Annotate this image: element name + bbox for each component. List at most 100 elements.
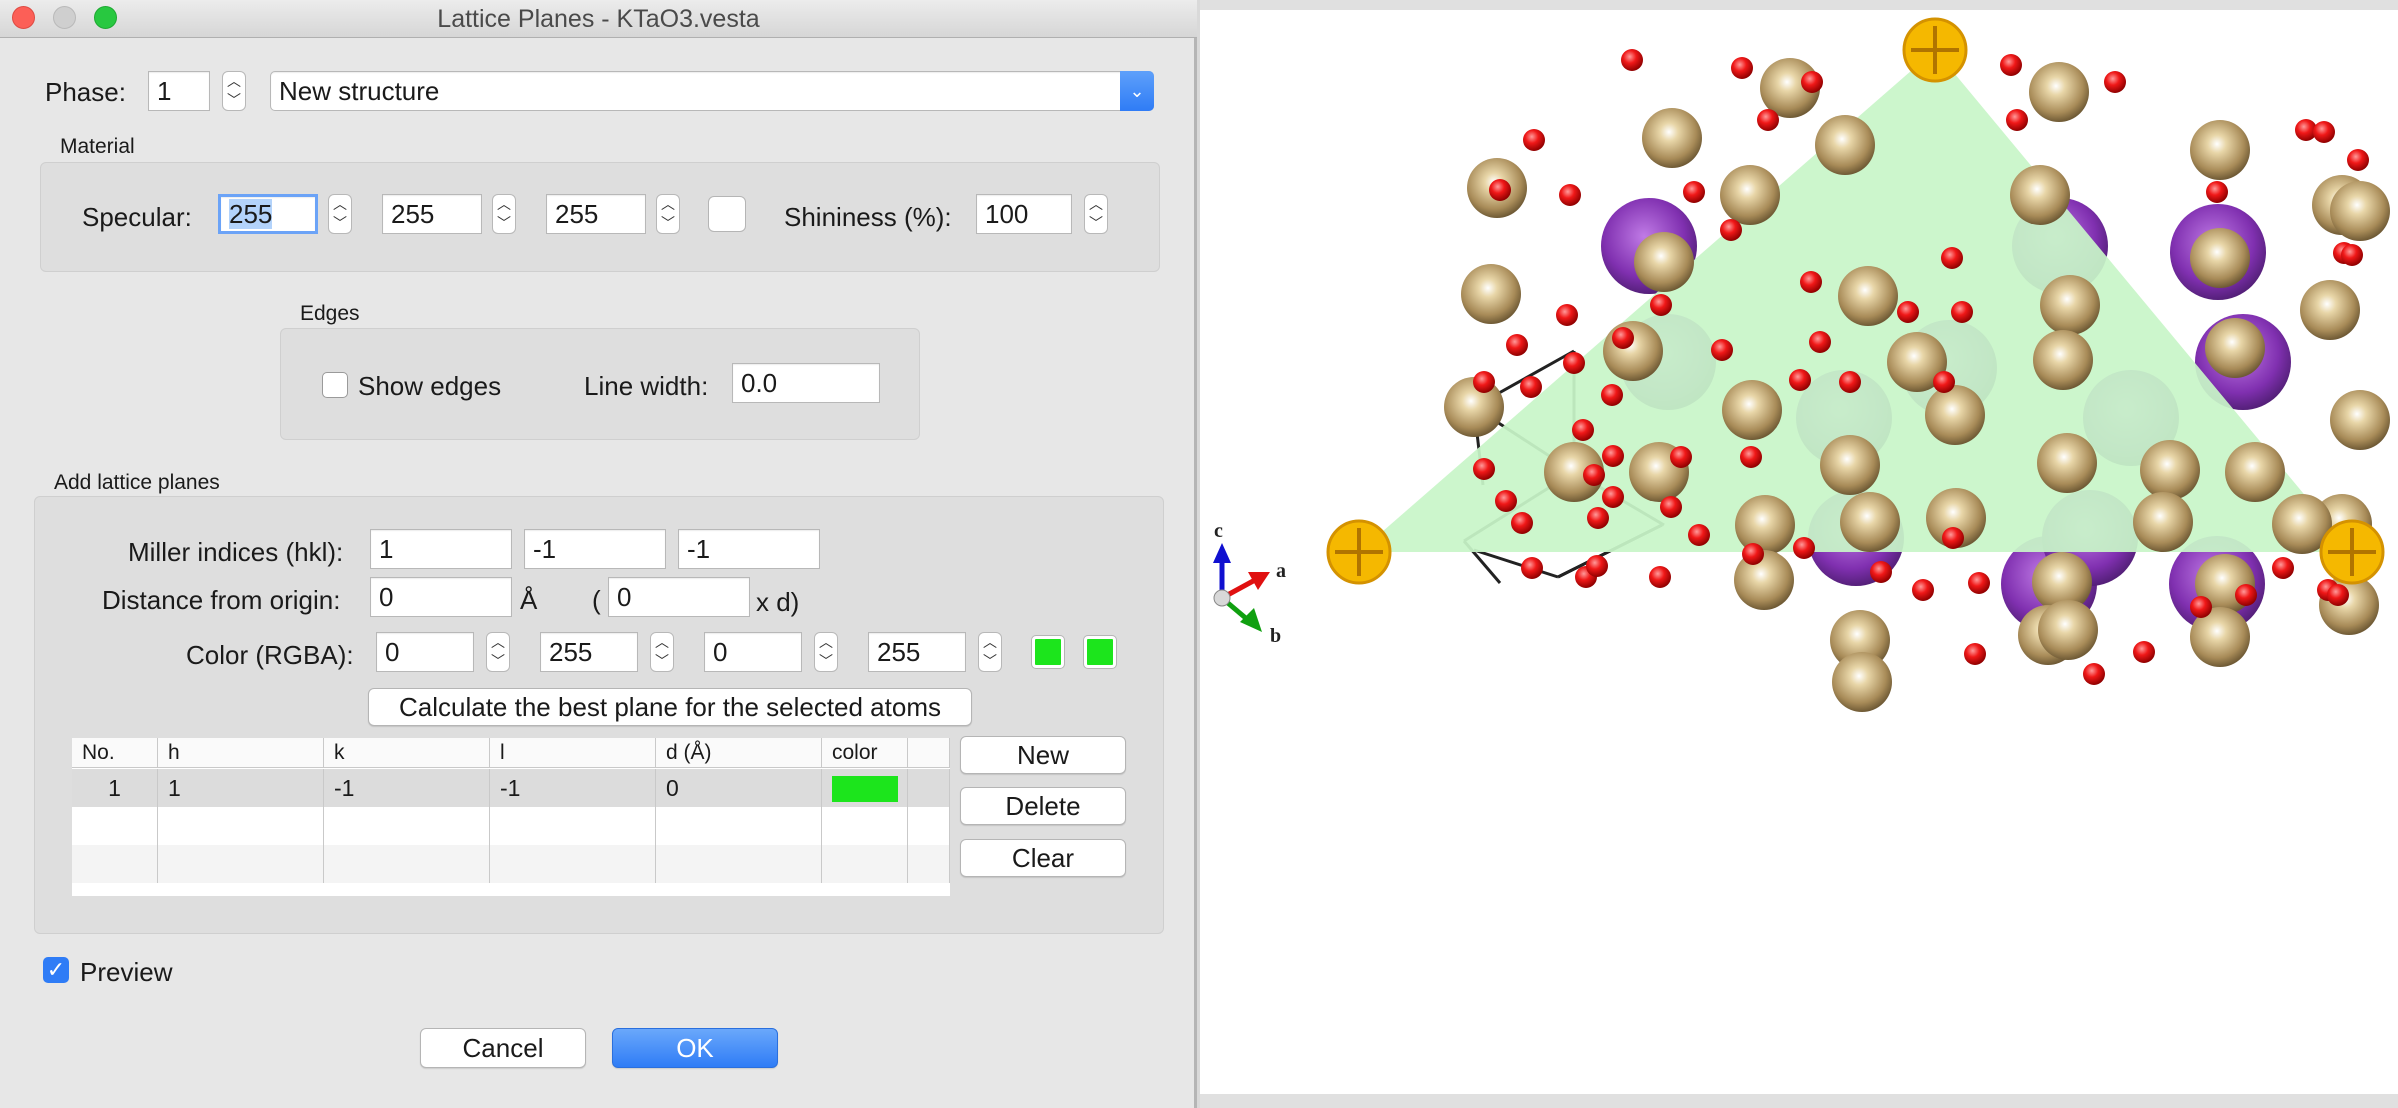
color-r-input[interactable]: 0 xyxy=(376,632,474,672)
specular-color-well[interactable] xyxy=(708,196,746,232)
specular-b-input[interactable]: 255 xyxy=(546,194,646,234)
red-atom xyxy=(2133,641,2155,663)
stepper-up-icon[interactable]: ︿ xyxy=(979,633,1001,652)
calculate-best-plane-button[interactable]: Calculate the best plane for the selecte… xyxy=(368,688,972,726)
color-a-stepper[interactable]: ︿ ﹀ xyxy=(978,632,1002,672)
col-header-l[interactable]: l xyxy=(490,738,656,768)
color-a-input[interactable]: 255 xyxy=(868,632,966,672)
gold-atom xyxy=(1840,492,1900,552)
red-atom xyxy=(1601,384,1623,406)
chevron-down-icon[interactable]: ⌄ xyxy=(1120,71,1154,111)
empty-cell xyxy=(908,807,950,845)
cancel-button[interactable]: Cancel xyxy=(420,1028,586,1068)
col-header-h[interactable]: h xyxy=(158,738,324,768)
specular-g-input[interactable]: 255 xyxy=(382,194,482,234)
table-row[interactable]: 1 1 -1 -1 0 xyxy=(72,769,950,807)
color-b-input[interactable]: 0 xyxy=(704,632,802,672)
color-r-stepper[interactable]: ︿ ﹀ xyxy=(486,632,510,672)
red-atom xyxy=(1506,334,1528,356)
structure-viewer[interactable]: a b c xyxy=(1200,0,2398,1108)
red-atom xyxy=(1602,445,1624,467)
distance-d-input[interactable]: 0 xyxy=(608,577,750,617)
preview-checkbox[interactable]: ✓ xyxy=(43,957,69,983)
stepper-down-icon[interactable]: ﹀ xyxy=(487,652,509,671)
stepper-up-icon[interactable]: ︿ xyxy=(329,195,351,214)
distance-input[interactable]: 0 xyxy=(370,577,512,617)
shininess-label: Shininess (%): xyxy=(784,202,952,232)
red-atom xyxy=(2327,584,2349,606)
delete-plane-button[interactable]: Delete xyxy=(960,787,1126,825)
stepper-up-icon[interactable]: ︿ xyxy=(1085,195,1107,214)
new-plane-button[interactable]: New xyxy=(960,736,1126,774)
color-g-input[interactable]: 255 xyxy=(540,632,638,672)
phase-label: Phase: xyxy=(45,77,126,107)
col-header-d[interactable]: d (Å) xyxy=(656,738,822,768)
col-header-color[interactable]: color xyxy=(822,738,908,768)
gold-atom xyxy=(1925,385,1985,445)
stepper-down-icon[interactable]: ﹀ xyxy=(979,652,1001,671)
stepper-up-icon[interactable]: ︿ xyxy=(651,633,673,652)
planes-table: No. h k l d (Å) color 1 1 -1 -1 0 xyxy=(72,738,950,896)
red-atom xyxy=(1897,301,1919,323)
color-g-stepper[interactable]: ︿ ﹀ xyxy=(650,632,674,672)
color-rgba-label: Color (RGBA): xyxy=(186,640,354,670)
stepper-up-icon[interactable]: ︿ xyxy=(657,195,679,214)
gold-atom xyxy=(1735,495,1795,555)
gold-atom xyxy=(2140,440,2200,500)
specular-r-stepper[interactable]: ︿ ﹀ xyxy=(328,194,352,234)
empty-cell xyxy=(908,845,950,883)
show-edges-checkbox[interactable] xyxy=(322,372,348,398)
empty-cell xyxy=(822,845,908,883)
phase-stepper[interactable]: ︿ ﹀ xyxy=(222,71,246,111)
stepper-down-icon[interactable]: ﹀ xyxy=(657,214,679,233)
ok-button[interactable]: OK xyxy=(612,1028,778,1068)
empty-cell xyxy=(158,845,324,883)
miller-h-input[interactable]: 1 xyxy=(370,529,512,569)
line-width-input[interactable]: 0.0 xyxy=(732,363,880,403)
shininess-stepper[interactable]: ︿ ﹀ xyxy=(1084,194,1108,234)
red-atom xyxy=(2006,109,2028,131)
crystal-structure-canvas[interactable]: a b c xyxy=(1200,10,2398,1094)
phase-input[interactable]: 1 xyxy=(148,71,210,111)
clear-planes-button[interactable]: Clear xyxy=(960,839,1126,877)
col-header-k[interactable]: k xyxy=(324,738,490,768)
stepper-up-icon[interactable]: ︿ xyxy=(493,195,515,214)
gold-atom xyxy=(1642,108,1702,168)
red-atom xyxy=(2341,244,2363,266)
stepper-down-icon[interactable]: ﹀ xyxy=(493,214,515,233)
stepper-up-icon[interactable]: ︿ xyxy=(223,72,245,91)
red-atom xyxy=(1789,369,1811,391)
stepper-down-icon[interactable]: ﹀ xyxy=(1085,214,1107,233)
title-bar: Lattice Planes - KTaO3.vesta xyxy=(0,0,1197,38)
structure-select[interactable]: New structure ⌄ xyxy=(270,71,1154,111)
stepper-up-icon[interactable]: ︿ xyxy=(815,633,837,652)
cell-no: 1 xyxy=(72,769,158,807)
red-atom xyxy=(1793,537,1815,559)
red-atom xyxy=(2104,71,2126,93)
add-lattice-planes-title: Add lattice planes xyxy=(54,471,220,494)
miller-l-input[interactable]: -1 xyxy=(678,529,820,569)
col-header-no[interactable]: No. xyxy=(72,738,158,768)
stepper-up-icon[interactable]: ︿ xyxy=(487,633,509,652)
shininess-input[interactable]: 100 xyxy=(976,194,1072,234)
stepper-down-icon[interactable]: ﹀ xyxy=(815,652,837,671)
red-atom xyxy=(1489,179,1511,201)
plane-color-well-secondary[interactable] xyxy=(1084,636,1116,668)
red-atom xyxy=(1563,352,1585,374)
red-atom xyxy=(1683,181,1705,203)
color-b-stepper[interactable]: ︿ ﹀ xyxy=(814,632,838,672)
specular-b-stepper[interactable]: ︿ ﹀ xyxy=(656,194,680,234)
red-atom xyxy=(1942,527,1964,549)
specular-r-input[interactable]: 255 xyxy=(218,194,318,234)
specular-g-stepper[interactable]: ︿ ﹀ xyxy=(492,194,516,234)
red-atom xyxy=(1559,184,1581,206)
stepper-down-icon[interactable]: ﹀ xyxy=(223,91,245,110)
stepper-down-icon[interactable]: ﹀ xyxy=(329,214,351,233)
gold-atom xyxy=(2190,120,2250,180)
plane-color-well[interactable] xyxy=(1032,636,1064,668)
c-axis-arrow-icon xyxy=(1213,543,1231,563)
miller-k-input[interactable]: -1 xyxy=(524,529,666,569)
stepper-down-icon[interactable]: ﹀ xyxy=(651,652,673,671)
red-atom xyxy=(1968,572,1990,594)
bond-line xyxy=(1473,548,1559,579)
